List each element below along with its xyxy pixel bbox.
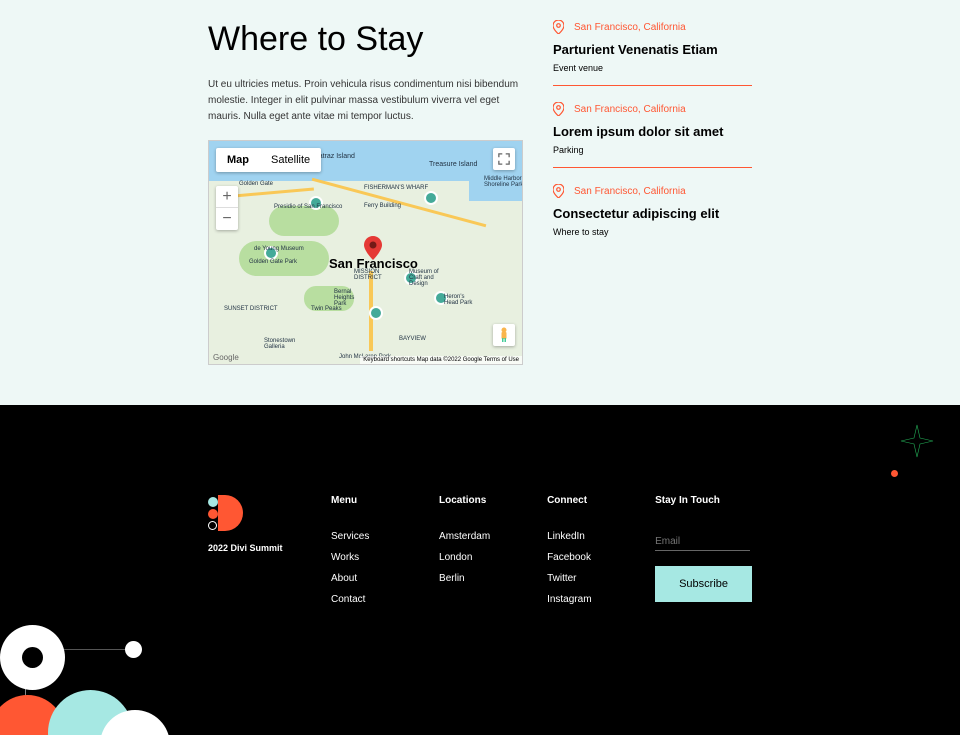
location-type: Parking xyxy=(553,145,752,155)
footer: 2022 Divi Summit Menu Services Works Abo… xyxy=(0,405,960,735)
footer-menu-heading: Menu xyxy=(331,495,411,506)
footer-brand: 2022 Divi Summit xyxy=(208,543,303,553)
zoom-in-button[interactable]: + xyxy=(216,186,238,208)
map-center-label: San Francisco xyxy=(329,256,418,271)
map-zoom-controls: + − xyxy=(216,186,238,230)
decorative-dot xyxy=(891,470,898,477)
subscribe-button[interactable]: Subscribe xyxy=(655,566,752,602)
location-item: San Francisco, California Lorem ipsum do… xyxy=(553,102,752,168)
location-pin-icon xyxy=(553,184,564,198)
footer-logo xyxy=(208,495,303,531)
footer-link-london[interactable]: London xyxy=(439,552,519,563)
page-description: Ut eu ultricies metus. Proin vehicula ri… xyxy=(208,77,523,125)
map-tab-satellite[interactable]: Satellite xyxy=(260,148,321,172)
pegman-button[interactable] xyxy=(493,324,515,346)
location-title[interactable]: Parturient Venenatis Etiam xyxy=(553,42,752,57)
location-pin-icon xyxy=(553,20,564,34)
location-title[interactable]: Consectetur adipiscing elit xyxy=(553,206,752,221)
footer-link-facebook[interactable]: Facebook xyxy=(547,552,627,563)
footer-link-twitter[interactable]: Twitter xyxy=(547,573,627,584)
sparkle-icon xyxy=(899,423,935,464)
footer-link-berlin[interactable]: Berlin xyxy=(439,573,519,584)
footer-locations-heading: Locations xyxy=(439,495,519,506)
location-pin-icon xyxy=(553,102,564,116)
page-title: Where to Stay xyxy=(208,20,523,59)
location-city: San Francisco, California xyxy=(574,186,686,197)
location-title[interactable]: Lorem ipsum dolor sit amet xyxy=(553,124,752,139)
fullscreen-button[interactable] xyxy=(493,148,515,170)
location-item: San Francisco, California Consectetur ad… xyxy=(553,184,752,249)
footer-touch-heading: Stay In Touch xyxy=(655,495,752,506)
footer-link-about[interactable]: About xyxy=(331,573,411,584)
zoom-out-button[interactable]: − xyxy=(216,208,238,230)
map-tab-map[interactable]: Map xyxy=(216,148,260,172)
location-city: San Francisco, California xyxy=(574,104,686,115)
footer-link-linkedin[interactable]: LinkedIn xyxy=(547,531,627,542)
map-google-logo: Google xyxy=(213,353,239,362)
footer-connect-heading: Connect xyxy=(547,495,627,506)
location-type: Event venue xyxy=(553,63,752,73)
email-input[interactable] xyxy=(655,533,750,551)
footer-link-contact[interactable]: Contact xyxy=(331,594,411,605)
fullscreen-icon xyxy=(498,153,510,165)
footer-link-instagram[interactable]: Instagram xyxy=(547,594,627,605)
footer-link-amsterdam[interactable]: Amsterdam xyxy=(439,531,519,542)
map[interactable]: Alcatraz Island Treasure Island Golden G… xyxy=(208,140,523,365)
footer-link-works[interactable]: Works xyxy=(331,552,411,563)
location-item: San Francisco, California Parturient Ven… xyxy=(553,20,752,86)
footer-link-services[interactable]: Services xyxy=(331,531,411,542)
map-type-tabs: Map Satellite xyxy=(216,148,321,172)
location-type: Where to stay xyxy=(553,227,752,237)
location-city: San Francisco, California xyxy=(574,22,686,33)
map-credits: Keyboard shortcuts Map data ©2022 Google… xyxy=(360,356,522,364)
